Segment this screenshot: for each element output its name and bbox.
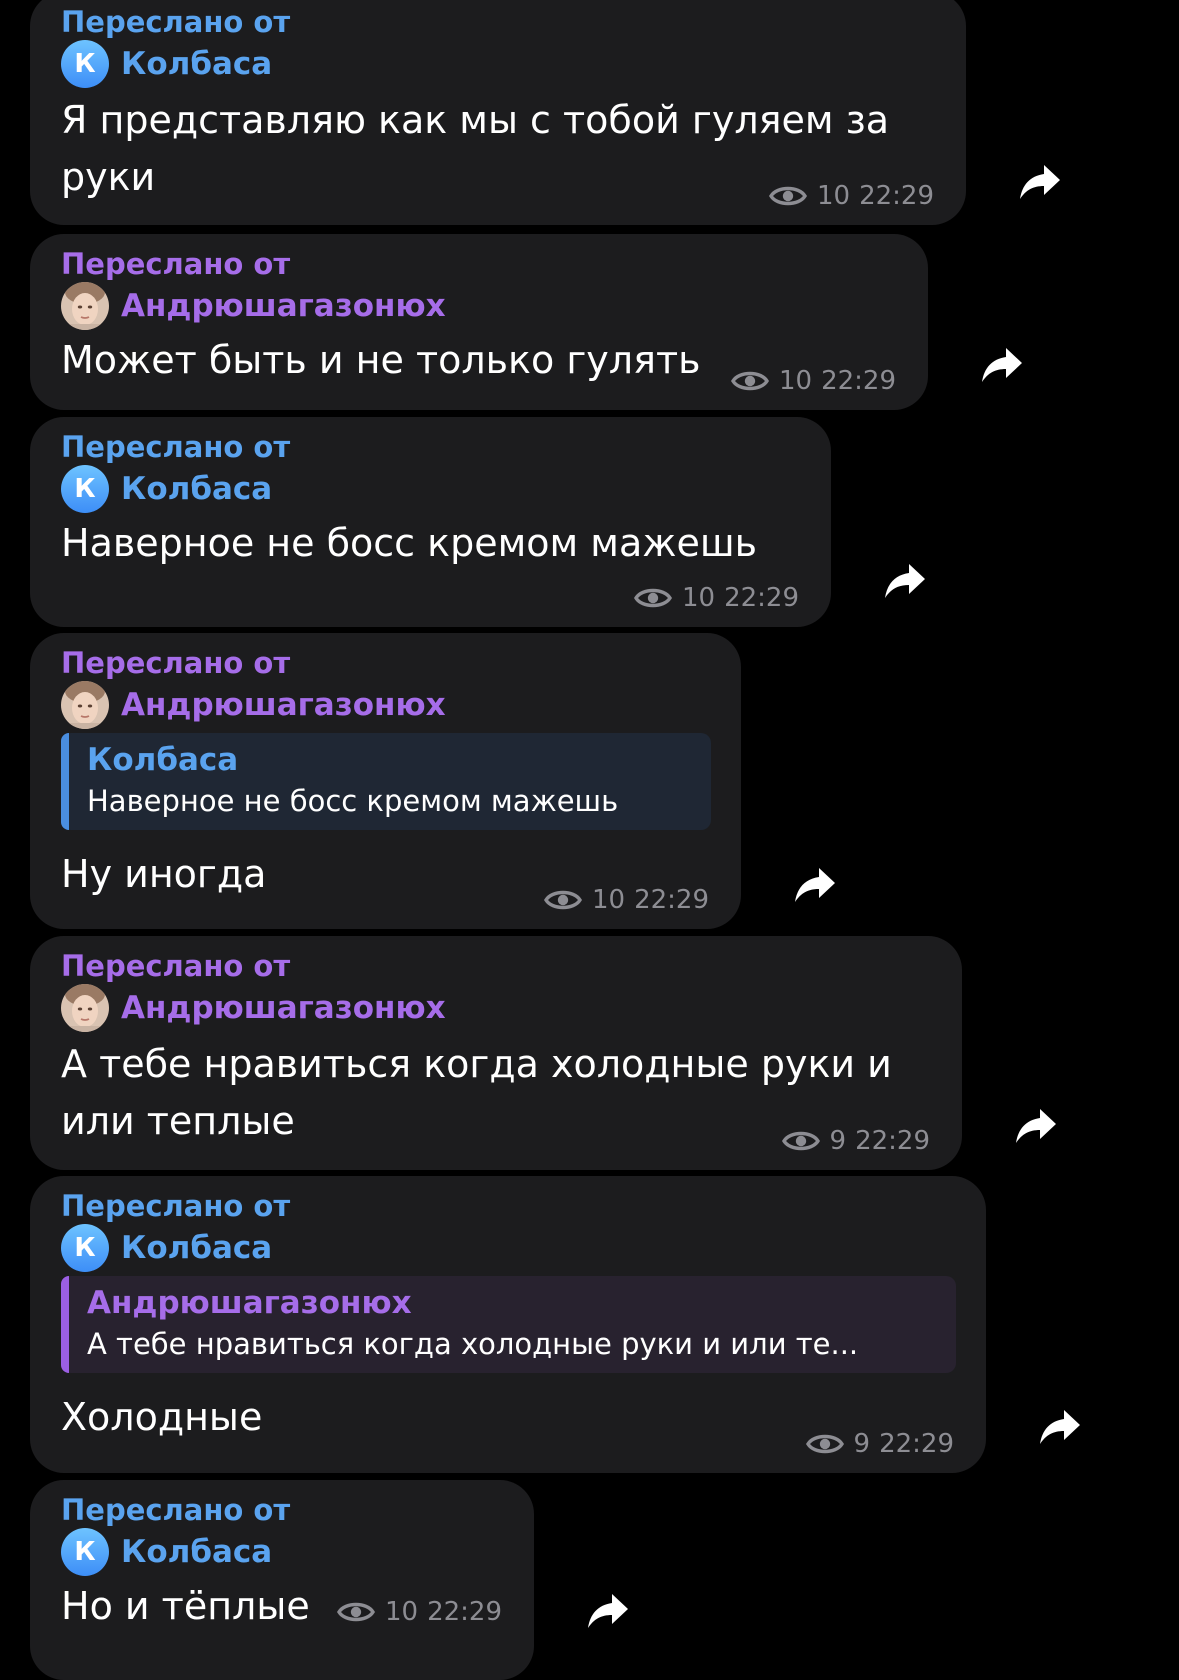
reply-author: Колбаса — [87, 742, 239, 778]
sender-name[interactable]: Колбаса — [121, 1230, 272, 1266]
reply-text: Наверное не босс кремом мажешь — [87, 784, 619, 818]
view-count: 10 — [591, 885, 626, 915]
forward-source[interactable]: Андрюшагазонюх — [61, 284, 898, 328]
avatar[interactable]: К — [61, 40, 109, 88]
avatar[interactable]: К — [61, 1528, 109, 1576]
message-meta: 9 22:29 — [806, 1429, 954, 1459]
reply-text: А тебе нравиться когда холодные руки и и… — [87, 1327, 859, 1361]
avatar[interactable] — [61, 681, 109, 729]
forward-source[interactable]: К Колбаса — [61, 1528, 504, 1576]
sender-name[interactable]: Колбаса — [121, 46, 272, 82]
share-icon[interactable] — [1018, 163, 1062, 203]
share-icon[interactable] — [1038, 1408, 1082, 1448]
message-time: 22:29 — [634, 885, 709, 915]
views-eye-icon — [337, 1600, 375, 1624]
message-bubble[interactable]: Переслано от Андрюшагазонюх Может быть и… — [30, 234, 928, 410]
views-eye-icon — [782, 1129, 820, 1153]
sender-name[interactable]: Андрюшагазонюх — [121, 288, 446, 324]
forwarded-label: Переслано от — [61, 1493, 291, 1527]
view-count: 10 — [816, 181, 851, 211]
forward-source[interactable]: Андрюшагазонюх — [61, 986, 932, 1030]
message-meta: 9 22:29 — [782, 1126, 930, 1156]
message-text-line: А тебе нравиться когда холодные руки и — [61, 1042, 892, 1086]
share-icon[interactable] — [1014, 1107, 1058, 1147]
message-meta: 10 22:29 — [769, 181, 934, 211]
avatar[interactable]: К — [61, 465, 109, 513]
message-time: 22:29 — [724, 583, 799, 613]
forwarded-label: Переслано от — [61, 949, 291, 983]
reply-quote[interactable]: Андрюшагазонюх А тебе нравиться когда хо… — [61, 1276, 956, 1373]
forwarded-label: Переслано от — [61, 430, 291, 464]
message-time: 22:29 — [821, 366, 896, 396]
reply-author: Андрюшагазонюх — [87, 1285, 412, 1321]
views-eye-icon — [806, 1432, 844, 1456]
reply-accent-bar — [61, 1276, 69, 1373]
message-bubble[interactable]: Переслано от К Колбаса Андрюшагазонюх А … — [30, 1176, 986, 1473]
message-bubble[interactable]: Переслано от К Колбаса Наверное не босс … — [30, 417, 831, 627]
sender-name[interactable]: Колбаса — [121, 471, 272, 507]
forwarded-label: Переслано от — [61, 646, 291, 680]
reply-accent-bar — [61, 733, 69, 830]
sender-name[interactable]: Андрюшагазонюх — [121, 687, 446, 723]
views-eye-icon — [634, 586, 672, 610]
message-text-line: Наверное не босс кремом мажешь — [61, 521, 758, 565]
views-eye-icon — [731, 369, 769, 393]
sender-name[interactable]: Колбаса — [121, 1534, 272, 1570]
reply-quote[interactable]: Колбаса Наверное не босс кремом мажешь — [61, 733, 711, 830]
message-time: 22:29 — [859, 181, 934, 211]
message-meta: 10 22:29 — [337, 1597, 502, 1627]
views-eye-icon — [544, 888, 582, 912]
share-icon[interactable] — [586, 1592, 630, 1632]
forwarded-label: Переслано от — [61, 247, 291, 281]
message-time: 22:29 — [855, 1126, 930, 1156]
avatar[interactable] — [61, 282, 109, 330]
share-icon[interactable] — [793, 866, 837, 906]
view-count: 10 — [681, 583, 716, 613]
forward-source[interactable]: К Колбаса — [61, 465, 801, 513]
share-icon[interactable] — [980, 346, 1024, 386]
message-time: 22:29 — [427, 1597, 502, 1627]
avatar[interactable] — [61, 984, 109, 1032]
forwarded-label: Переслано от — [61, 5, 291, 39]
sender-name[interactable]: Андрюшагазонюх — [121, 990, 446, 1026]
message-bubble[interactable]: Переслано от К Колбаса Я представляю как… — [30, 0, 966, 225]
views-eye-icon — [769, 184, 807, 208]
forward-source[interactable]: К Колбаса — [61, 40, 936, 88]
message-bubble[interactable]: Переслано от Андрюшагазонюх А тебе нрави… — [30, 936, 962, 1170]
share-icon[interactable] — [883, 562, 927, 602]
forward-source[interactable]: Андрюшагазонюх — [61, 683, 711, 727]
avatar[interactable]: К — [61, 1224, 109, 1272]
view-count: 9 — [829, 1126, 847, 1156]
forward-source[interactable]: К Колбаса — [61, 1224, 956, 1272]
message-bubble[interactable]: Переслано от К Колбаса Но и тёплые 10 22… — [30, 1480, 534, 1680]
view-count: 10 — [384, 1597, 419, 1627]
message-meta: 10 22:29 — [634, 583, 799, 613]
message-meta: 10 22:29 — [731, 366, 896, 396]
message-bubble[interactable]: Переслано от Андрюшагазонюх Колбаса Наве… — [30, 633, 741, 929]
message-text-line: Я представляю как мы с тобой гуляем за — [61, 98, 890, 142]
message-time: 22:29 — [879, 1429, 954, 1459]
view-count: 10 — [778, 366, 813, 396]
message-meta: 10 22:29 — [544, 885, 709, 915]
view-count: 9 — [853, 1429, 871, 1459]
forwarded-label: Переслано от — [61, 1189, 291, 1223]
